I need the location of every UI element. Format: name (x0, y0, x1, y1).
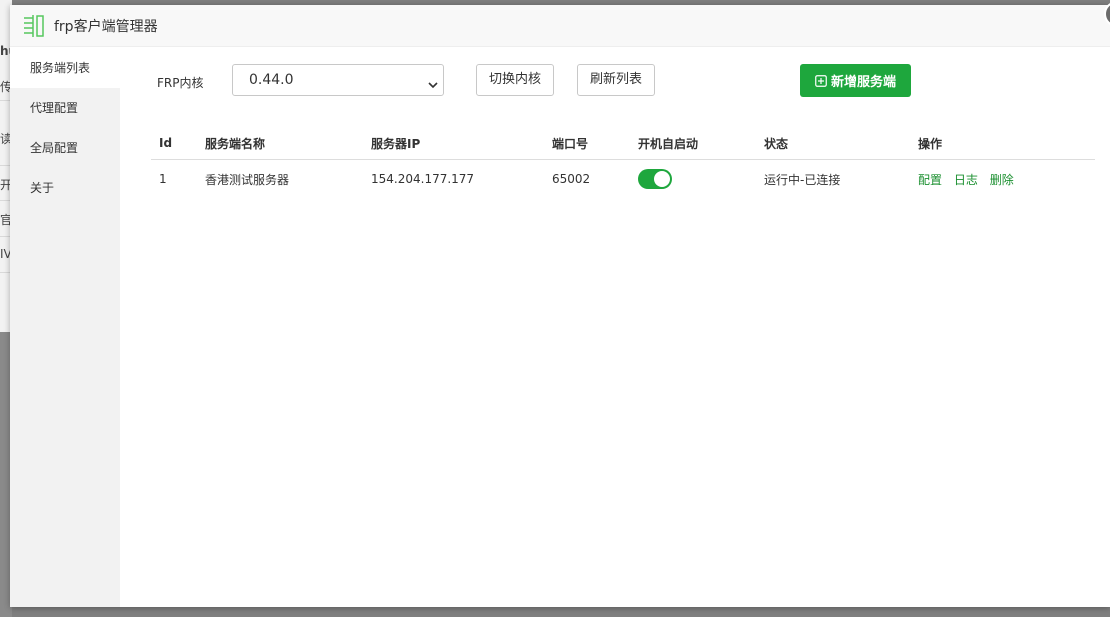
cell-status: 运行中-已连接 (764, 172, 841, 187)
toggle-knob (654, 171, 670, 187)
column-header-autostart: 开机自启动 (630, 127, 756, 160)
add-server-button[interactable]: 新增服务端 (800, 64, 911, 97)
sidebar-item-server-list[interactable]: 服务端列表 (10, 48, 120, 88)
column-header-port: 端口号 (544, 127, 630, 160)
column-header-name: 服务端名称 (197, 127, 363, 160)
cell-port: 65002 (552, 172, 591, 186)
add-server-label: 新增服务端 (830, 75, 896, 90)
cell-autostart (630, 160, 756, 199)
log-link[interactable]: 日志 (954, 173, 978, 187)
chevron-down-icon (427, 73, 439, 89)
refresh-list-button[interactable]: 刷新列表 (577, 64, 656, 96)
config-link[interactable]: 配置 (918, 173, 942, 187)
title-bar: frp客户端管理器 (10, 5, 1110, 47)
main-content: FRP内核 0.44.0 切换内核 刷新列表 新增服务端 Id 服务端名称 服务… (120, 48, 1110, 607)
logo-icon (22, 14, 48, 38)
column-header-id: Id (151, 127, 197, 160)
cell-id: 1 (159, 172, 167, 186)
column-header-ip: 服务器IP (363, 127, 544, 160)
table-header-row: Id 服务端名称 服务器IP 端口号 开机自启动 状态 操作 (151, 127, 1095, 160)
autostart-toggle[interactable] (638, 169, 672, 189)
column-header-status: 状态 (756, 127, 910, 160)
sidebar: 服务端列表 代理配置 全局配置 关于 (10, 48, 120, 607)
cell-name: 香港测试服务器 (205, 172, 290, 187)
core-version-value: 0.44.0 (249, 72, 294, 88)
delete-link[interactable]: 删除 (990, 173, 1014, 187)
sidebar-item-about[interactable]: 关于 (10, 168, 120, 208)
cell-actions: 配置 日志 删除 (910, 160, 1095, 199)
sidebar-item-proxy-config[interactable]: 代理配置 (10, 88, 120, 128)
column-header-actions: 操作 (910, 127, 1095, 160)
frp-manager-window: frp客户端管理器 ✕ 服务端列表 代理配置 全局配置 关于 FRP内核 0.4… (10, 1, 1110, 607)
window-title: frp客户端管理器 (54, 18, 158, 35)
sidebar-item-global-config[interactable]: 全局配置 (10, 128, 120, 168)
core-label: FRP内核 (157, 76, 204, 90)
server-table: Id 服务端名称 服务器IP 端口号 开机自启动 状态 操作 1 香港测试服务器… (151, 127, 1095, 198)
table-row: 1 香港测试服务器 154.204.177.177 65002 运行中-已连接 … (151, 160, 1095, 199)
core-version-select[interactable]: 0.44.0 (232, 64, 444, 96)
switch-core-button[interactable]: 切换内核 (476, 64, 555, 96)
plus-square-icon (815, 74, 827, 87)
cell-ip: 154.204.177.177 (371, 172, 475, 186)
